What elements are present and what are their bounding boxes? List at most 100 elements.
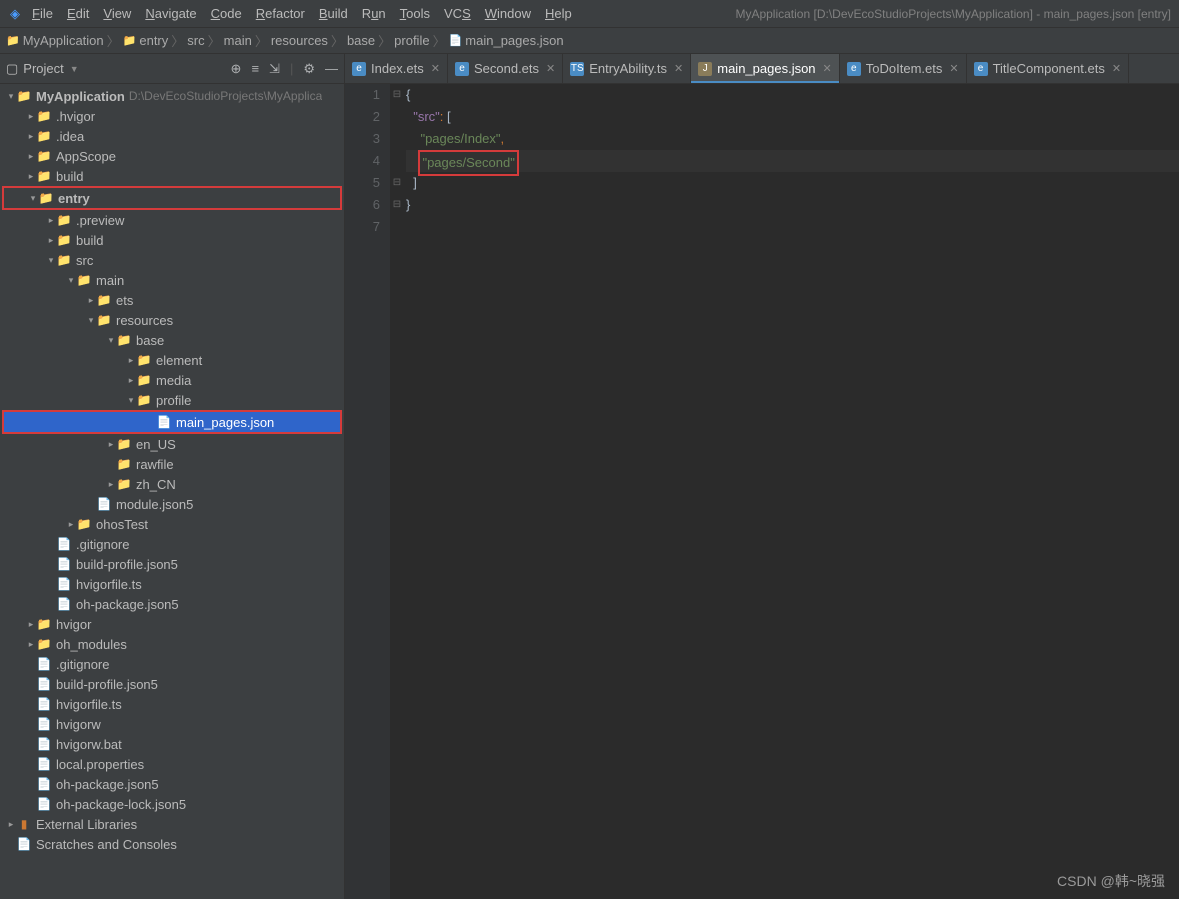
divider-icon: |: [290, 61, 293, 76]
menu-window[interactable]: Window: [485, 6, 531, 21]
breadcrumb-item[interactable]: base: [347, 33, 375, 48]
breadcrumb: 📁MyApplication〉 📁entry〉 src〉 main〉 resou…: [0, 28, 1179, 54]
tab-todoitem[interactable]: eToDoItem.ets✕: [840, 54, 967, 83]
tree-item[interactable]: 📄oh-package.json5: [0, 594, 344, 614]
sort-icon[interactable]: ≡: [251, 61, 259, 76]
ets-file-icon: e: [974, 62, 988, 76]
tree-item[interactable]: 📁rawfile: [0, 454, 344, 474]
project-tree[interactable]: ▾📁MyApplicationD:\DevEcoStudioProjects\M…: [0, 84, 344, 899]
ets-file-icon: e: [847, 62, 861, 76]
tree-item[interactable]: ▾📁base: [0, 330, 344, 350]
menubar: ◈ File Edit View Navigate Code Refactor …: [0, 0, 1179, 28]
breadcrumb-item[interactable]: 📄main_pages.json: [449, 33, 564, 48]
hide-icon[interactable]: —: [325, 61, 338, 76]
tree-item-main-pages[interactable]: 📄main_pages.json: [4, 412, 340, 432]
tree-item-entry[interactable]: ▾📁entry: [4, 188, 340, 208]
menu-vcs[interactable]: VCS: [444, 6, 471, 21]
tree-item[interactable]: 📄oh-package.json5: [0, 774, 344, 794]
dropdown-icon: ▼: [70, 64, 79, 74]
breadcrumb-item[interactable]: profile: [394, 33, 429, 48]
tree-external-libraries[interactable]: ▸▮External Libraries: [0, 814, 344, 834]
tree-scratches[interactable]: 📄Scratches and Consoles: [0, 834, 344, 854]
menu-file[interactable]: File: [32, 6, 53, 21]
collapse-icon[interactable]: ⇲: [269, 61, 280, 77]
tab-main-pages[interactable]: Jmain_pages.json✕: [691, 54, 840, 83]
close-icon[interactable]: ✕: [431, 62, 440, 75]
highlight-mainpages-box: 📄main_pages.json: [2, 410, 342, 434]
watermark: CSDN @韩~晓强: [1057, 871, 1165, 891]
tree-item[interactable]: ▸📁oh_modules: [0, 634, 344, 654]
menu-build[interactable]: Build: [319, 6, 348, 21]
tree-item[interactable]: ▸📁.preview: [0, 210, 344, 230]
json-file-icon: J: [698, 62, 712, 76]
tree-item[interactable]: ▸📁build: [0, 166, 344, 186]
ets-file-icon: e: [455, 62, 469, 76]
line-number-gutter: 1 2 3 4 5 6 7: [345, 84, 390, 899]
tree-item[interactable]: 📄hvigorfile.ts: [0, 574, 344, 594]
tree-item[interactable]: ▸📁media: [0, 370, 344, 390]
tree-item[interactable]: 📄.gitignore: [0, 654, 344, 674]
tree-item[interactable]: ▸📁hvigor: [0, 614, 344, 634]
highlight-entry-box: ▾📁entry: [2, 186, 342, 210]
tree-item[interactable]: ▸📁element: [0, 350, 344, 370]
tree-item[interactable]: 📄.gitignore: [0, 534, 344, 554]
breadcrumb-item[interactable]: 📁entry: [123, 33, 169, 48]
breadcrumb-item[interactable]: 📁MyApplication: [6, 33, 104, 48]
tree-item[interactable]: ▾📁profile: [0, 390, 344, 410]
tree-item[interactable]: 📄hvigorw.bat: [0, 734, 344, 754]
tree-item[interactable]: 📄module.json5: [0, 494, 344, 514]
gear-icon[interactable]: ⚙: [303, 61, 315, 77]
menu-run[interactable]: Run: [362, 6, 386, 21]
close-icon[interactable]: ✕: [546, 62, 555, 75]
tree-item[interactable]: ▸📁.idea: [0, 126, 344, 146]
tree-item[interactable]: ▸📁zh_CN: [0, 474, 344, 494]
tree-item[interactable]: ▾📁main: [0, 270, 344, 290]
ets-file-icon: e: [352, 62, 366, 76]
tree-item[interactable]: 📄hvigorw: [0, 714, 344, 734]
tree-item[interactable]: ▾📁src: [0, 250, 344, 270]
code-content[interactable]: { "src": [ "pages/Index", "pages/Second"…: [404, 84, 1179, 899]
breadcrumb-item[interactable]: resources: [271, 33, 328, 48]
tree-item[interactable]: ▸📁ohosTest: [0, 514, 344, 534]
project-panel: ▢ Project ▼ ⊕ ≡ ⇲ | ⚙ — ▾📁MyApplicationD…: [0, 54, 345, 899]
breadcrumb-item[interactable]: src: [187, 33, 204, 48]
close-icon[interactable]: ✕: [674, 62, 683, 75]
ts-file-icon: TS: [570, 62, 584, 76]
menu-help[interactable]: Help: [545, 6, 572, 21]
project-icon: ▢: [6, 61, 18, 77]
tree-item[interactable]: ▸📁build: [0, 230, 344, 250]
tab-index[interactable]: eIndex.ets✕: [345, 54, 448, 83]
close-icon[interactable]: ✕: [1112, 62, 1121, 75]
project-panel-title[interactable]: ▢ Project ▼: [6, 61, 79, 77]
close-icon[interactable]: ✕: [823, 62, 832, 75]
fold-gutter[interactable]: ⊟⊟⊟: [390, 84, 404, 899]
tree-item[interactable]: 📄oh-package-lock.json5: [0, 794, 344, 814]
tab-titlecomponent[interactable]: eTitleComponent.ets✕: [967, 54, 1129, 83]
menu-view[interactable]: View: [103, 6, 131, 21]
tree-item[interactable]: 📄local.properties: [0, 754, 344, 774]
tree-item[interactable]: ▸📁AppScope: [0, 146, 344, 166]
tree-item[interactable]: 📄build-profile.json5: [0, 554, 344, 574]
tree-item[interactable]: 📄build-profile.json5: [0, 674, 344, 694]
menu-navigate[interactable]: Navigate: [145, 6, 196, 21]
menu-edit[interactable]: Edit: [67, 6, 89, 21]
tab-second[interactable]: eSecond.ets✕: [448, 54, 563, 83]
app-logo-icon: ◈: [8, 7, 22, 21]
menu-code[interactable]: Code: [211, 6, 242, 21]
tree-root[interactable]: ▾📁MyApplicationD:\DevEcoStudioProjects\M…: [0, 86, 344, 106]
tree-item[interactable]: ▸📁.hvigor: [0, 106, 344, 126]
close-icon[interactable]: ✕: [949, 62, 958, 75]
tree-item[interactable]: 📄hvigorfile.ts: [0, 694, 344, 714]
project-panel-header: ▢ Project ▼ ⊕ ≡ ⇲ | ⚙ —: [0, 54, 344, 84]
tree-item[interactable]: ▸📁en_US: [0, 434, 344, 454]
tree-item[interactable]: ▸📁ets: [0, 290, 344, 310]
code-editor[interactable]: 1 2 3 4 5 6 7 ⊟⊟⊟ { "src": [ "pages/Inde…: [345, 84, 1179, 899]
menu-tools[interactable]: Tools: [400, 6, 430, 21]
menu-refactor[interactable]: Refactor: [256, 6, 305, 21]
window-title: MyApplication [D:\DevEcoStudioProjects\M…: [735, 7, 1171, 21]
highlight-code-box: "pages/Second": [418, 150, 518, 176]
tab-entryability[interactable]: TSEntryAbility.ts✕: [563, 54, 691, 83]
breadcrumb-item[interactable]: main: [224, 33, 252, 48]
target-icon[interactable]: ⊕: [231, 61, 242, 77]
tree-item[interactable]: ▾📁resources: [0, 310, 344, 330]
